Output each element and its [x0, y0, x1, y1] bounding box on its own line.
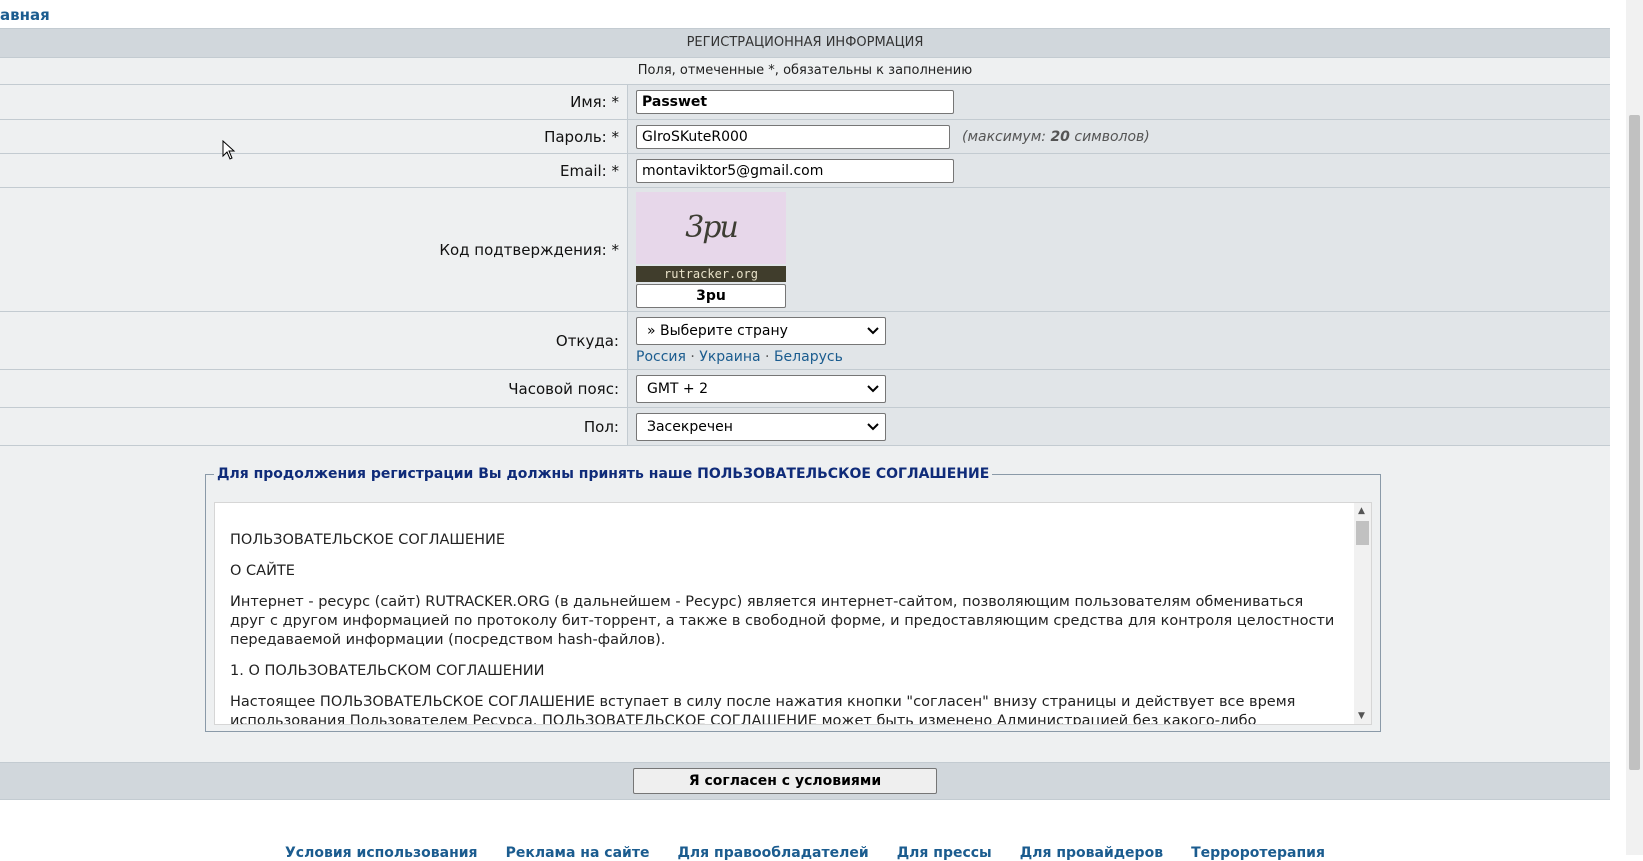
row-captcha: Код подтверждения: * 3pu rutracker.org 3… — [0, 188, 1610, 312]
password-label: Пароль: * — [0, 120, 628, 153]
row-email: Email: * — [0, 154, 1610, 188]
gender-select[interactable]: Засекречен — [636, 412, 886, 441]
separator: · — [765, 348, 770, 365]
agreement-area: Для продолжения регистрации Вы должны пр… — [0, 446, 1610, 763]
row-name: Имя: * — [0, 85, 1610, 120]
agree-button[interactable]: Я согласен с условиями — [633, 768, 937, 794]
gender-label: Пол: — [0, 408, 628, 445]
country-quick-links: Россия · Украина · Беларусь — [636, 349, 843, 365]
agreement-textbox[interactable]: ПОЛЬЗОВАТЕЛЬСКОЕ СОГЛАШЕНИЕ О САЙТЕ Инте… — [214, 502, 1372, 725]
chevron-down-icon — [867, 384, 879, 392]
timezone-label: Часовой пояс: — [0, 370, 628, 407]
name-label: Имя: * — [0, 85, 628, 119]
breadcrumb-link[interactable]: авная — [0, 6, 50, 24]
page-scrollbar[interactable] — [1626, 0, 1643, 855]
agreement-scrollbar[interactable]: ▲ ▼ — [1354, 503, 1371, 724]
footer-link[interactable]: Терроротерапия — [1191, 845, 1325, 861]
chevron-down-icon — [867, 326, 879, 334]
agreement-paragraph: Настоящее ПОЛЬЗОВАТЕЛЬСКОЕ СОГЛАШЕНИЕ вс… — [230, 694, 1296, 725]
captcha-label: Код подтверждения: * — [0, 188, 628, 311]
from-label: Откуда: — [0, 312, 628, 369]
country-link-russia[interactable]: Россия — [636, 349, 686, 365]
country-link-ukraine[interactable]: Украина — [699, 349, 760, 365]
row-password: Пароль: * (максимум: 20 символов) — [0, 120, 1610, 154]
footer-links: Условия использования Реклама на сайте Д… — [0, 845, 1610, 861]
password-hint: (максимум: 20 символов) — [962, 128, 1150, 145]
agree-button-row: Я согласен с условиями — [0, 763, 1610, 799]
agreement-paragraph: Интернет - ресурс (сайт) RUTRACKER.ORG (… — [230, 594, 1335, 648]
agreement-section: О САЙТЕ — [230, 563, 295, 579]
captcha-input[interactable]: 3pu — [636, 283, 786, 308]
agreement-section: 1. О ПОЛЬЗОВАТЕЛЬСКОМ СОГЛАШЕНИИ — [230, 663, 545, 679]
timezone-select[interactable]: GMT + 2 — [636, 374, 886, 403]
chevron-down-icon — [867, 422, 879, 430]
scroll-down-icon[interactable]: ▼ — [1358, 711, 1365, 721]
agreement-legend: Для продолжения регистрации Вы должны пр… — [217, 466, 990, 482]
mouse-cursor-icon — [222, 140, 236, 160]
footer-link[interactable]: Для провайдеров — [1020, 845, 1163, 861]
footer-link[interactable]: Для прессы — [897, 845, 992, 861]
required-note: Поля, отмеченные *, обязательны к заполн… — [0, 58, 1610, 85]
country-select[interactable]: » Выберите страну — [636, 316, 886, 345]
scroll-thumb[interactable] — [1356, 521, 1369, 545]
email-label: Email: * — [0, 154, 628, 187]
row-from: Откуда: » Выберите страну Россия · Украи… — [0, 312, 1610, 370]
row-gender: Пол: Засекречен — [0, 408, 1610, 446]
captcha-image: 3pu rutracker.org — [636, 191, 786, 282]
password-input[interactable] — [636, 124, 950, 149]
captcha-picture: 3pu — [636, 191, 786, 264]
email-input[interactable] — [636, 158, 954, 183]
agreement-title: ПОЛЬЗОВАТЕЛЬСКОЕ СОГЛАШЕНИЕ — [230, 532, 505, 548]
country-link-belarus[interactable]: Беларусь — [774, 349, 843, 365]
separator: · — [690, 348, 695, 365]
footer-link[interactable]: Условия использования — [285, 845, 478, 861]
panel-header: РЕГИСТРАЦИОННАЯ ИНФОРМАЦИЯ — [0, 28, 1610, 58]
scroll-up-icon[interactable]: ▲ — [1358, 506, 1365, 516]
row-timezone: Часовой пояс: GMT + 2 — [0, 370, 1610, 408]
agreement-fieldset: Для продолжения регистрации Вы должны пр… — [205, 466, 1381, 732]
footer-link[interactable]: Для правообладателей — [677, 845, 868, 861]
captcha-footer: rutracker.org — [636, 265, 786, 282]
registration-panel: РЕГИСТРАЦИОННАЯ ИНФОРМАЦИЯ Поля, отмечен… — [0, 28, 1610, 800]
page-scroll-thumb[interactable] — [1629, 115, 1640, 770]
footer-link[interactable]: Реклама на сайте — [506, 845, 650, 861]
name-input[interactable] — [636, 90, 954, 114]
